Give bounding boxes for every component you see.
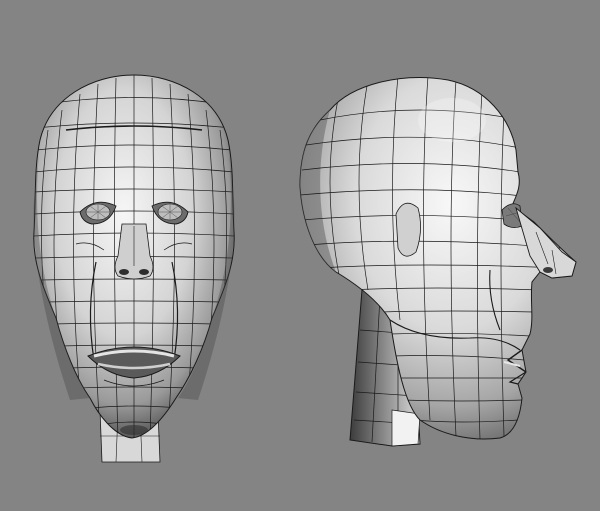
front-nose (114, 223, 154, 280)
render-canvas (33, 74, 577, 463)
side-ear (395, 202, 421, 257)
head-front-view (33, 74, 235, 463)
head-side-view (299, 77, 577, 447)
render-viewport (0, 0, 600, 511)
